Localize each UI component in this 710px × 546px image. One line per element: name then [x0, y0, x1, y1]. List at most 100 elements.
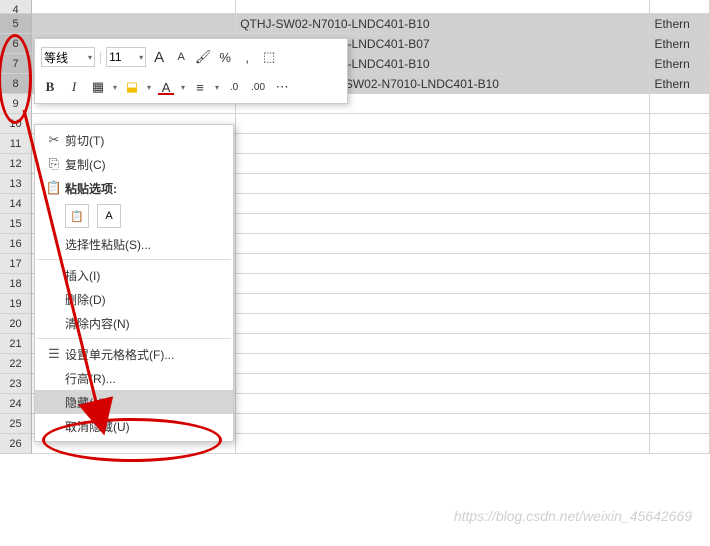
cell[interactable]: Ethern: [650, 34, 710, 54]
row-header[interactable]: 23: [0, 374, 32, 394]
cell[interactable]: [236, 214, 650, 234]
chevron-down-icon[interactable]: ▾: [181, 83, 185, 92]
cell[interactable]: [650, 234, 710, 254]
border-button[interactable]: ▦: [89, 78, 107, 96]
menu-insert[interactable]: 插入(I): [35, 263, 233, 287]
format-painter-icon[interactable]: 🖌: [194, 48, 212, 66]
row-header[interactable]: 16: [0, 234, 32, 254]
menu-copy[interactable]: ⎘ 复制(C): [35, 152, 233, 176]
row-header[interactable]: 24: [0, 394, 32, 414]
cell[interactable]: [650, 114, 710, 134]
menu-row-height[interactable]: 行高(R)...: [35, 366, 233, 390]
cell[interactable]: [650, 334, 710, 354]
decrease-font-icon[interactable]: A: [172, 48, 190, 66]
align-button[interactable]: ≡: [191, 78, 209, 96]
row-header[interactable]: 20: [0, 314, 32, 334]
row-header[interactable]: 9: [0, 94, 32, 114]
row-header[interactable]: 7: [0, 54, 32, 74]
chevron-down-icon[interactable]: ▾: [215, 83, 219, 92]
cell[interactable]: [650, 254, 710, 274]
conditional-format-icon[interactable]: ⬚: [260, 48, 278, 66]
cell[interactable]: [236, 234, 650, 254]
menu-cut[interactable]: ✂ 剪切(T): [35, 128, 233, 152]
bold-button[interactable]: B: [41, 78, 59, 96]
paste-option-default[interactable]: 📋: [65, 204, 89, 228]
cell[interactable]: [236, 394, 650, 414]
cell[interactable]: [236, 434, 650, 454]
cell[interactable]: [650, 294, 710, 314]
row-header[interactable]: 11: [0, 134, 32, 154]
font-size-select[interactable]: 11▾: [106, 47, 146, 67]
more-icon[interactable]: ⋯: [273, 78, 291, 96]
increase-decimal-icon[interactable]: .00: [249, 78, 267, 96]
menu-paste-special[interactable]: 选择性粘贴(S)...: [35, 232, 233, 256]
row-header[interactable]: 5: [0, 14, 32, 34]
cell[interactable]: [650, 134, 710, 154]
cell[interactable]: [32, 14, 236, 34]
cell[interactable]: [650, 374, 710, 394]
percent-icon[interactable]: %: [216, 48, 234, 66]
row-header[interactable]: 13: [0, 174, 32, 194]
row-header[interactable]: 15: [0, 214, 32, 234]
cell[interactable]: [236, 174, 650, 194]
row-header[interactable]: 6: [0, 34, 32, 54]
row-header[interactable]: 10: [0, 114, 32, 134]
row-header[interactable]: 8: [0, 74, 32, 94]
cell[interactable]: [650, 434, 710, 454]
italic-button[interactable]: I: [65, 78, 83, 96]
cell[interactable]: Ethern: [650, 74, 710, 94]
menu-delete[interactable]: 删除(D): [35, 287, 233, 311]
row-header[interactable]: 14: [0, 194, 32, 214]
cell[interactable]: [236, 254, 650, 274]
cell[interactable]: [650, 214, 710, 234]
cell[interactable]: [32, 0, 236, 14]
cell[interactable]: [650, 174, 710, 194]
chevron-down-icon[interactable]: ▾: [147, 83, 151, 92]
menu-format-cells[interactable]: ☰ 设置单元格格式(F)...: [35, 342, 233, 366]
cell[interactable]: [236, 354, 650, 374]
row-header[interactable]: 19: [0, 294, 32, 314]
cell[interactable]: QTHJ-SW02-N7010-LNDC401-B10: [236, 14, 650, 34]
row-header[interactable]: 17: [0, 254, 32, 274]
cell[interactable]: [650, 414, 710, 434]
cell[interactable]: [650, 394, 710, 414]
cell[interactable]: [650, 274, 710, 294]
cell[interactable]: Ethern: [650, 14, 710, 34]
row-header[interactable]: 21: [0, 334, 32, 354]
fill-color-button[interactable]: ⬓: [123, 78, 141, 96]
cell[interactable]: [650, 0, 710, 14]
cell[interactable]: [650, 94, 710, 114]
cell[interactable]: [650, 354, 710, 374]
row-header[interactable]: 25: [0, 414, 32, 434]
chevron-down-icon[interactable]: ▾: [113, 83, 117, 92]
paste-option-values[interactable]: A: [97, 204, 121, 228]
cell[interactable]: [236, 314, 650, 334]
cell[interactable]: [236, 194, 650, 214]
cell[interactable]: [236, 134, 650, 154]
cell[interactable]: [236, 374, 650, 394]
row-header[interactable]: 18: [0, 274, 32, 294]
cell[interactable]: [236, 334, 650, 354]
row-header[interactable]: 26: [0, 434, 32, 454]
row-header[interactable]: 12: [0, 154, 32, 174]
font-select[interactable]: 等线▾: [41, 47, 95, 67]
cell[interactable]: [236, 0, 650, 14]
cell[interactable]: Ethern: [650, 54, 710, 74]
row-header[interactable]: 4: [0, 0, 32, 14]
cell[interactable]: [236, 274, 650, 294]
cell[interactable]: [650, 194, 710, 214]
row-header[interactable]: 22: [0, 354, 32, 374]
font-color-button[interactable]: A: [157, 78, 175, 96]
comma-style-icon[interactable]: ,: [238, 48, 256, 66]
cell[interactable]: [650, 314, 710, 334]
menu-unhide[interactable]: 取消隐藏(U): [35, 414, 233, 438]
cell[interactable]: [650, 154, 710, 174]
cell[interactable]: [236, 154, 650, 174]
cell[interactable]: [236, 414, 650, 434]
decrease-decimal-icon[interactable]: .0: [225, 78, 243, 96]
menu-clear-contents[interactable]: 清除内容(N): [35, 311, 233, 335]
increase-font-icon[interactable]: A: [150, 48, 168, 66]
cell[interactable]: [236, 294, 650, 314]
cell[interactable]: [236, 114, 650, 134]
menu-hide[interactable]: 隐藏(H): [35, 390, 233, 414]
